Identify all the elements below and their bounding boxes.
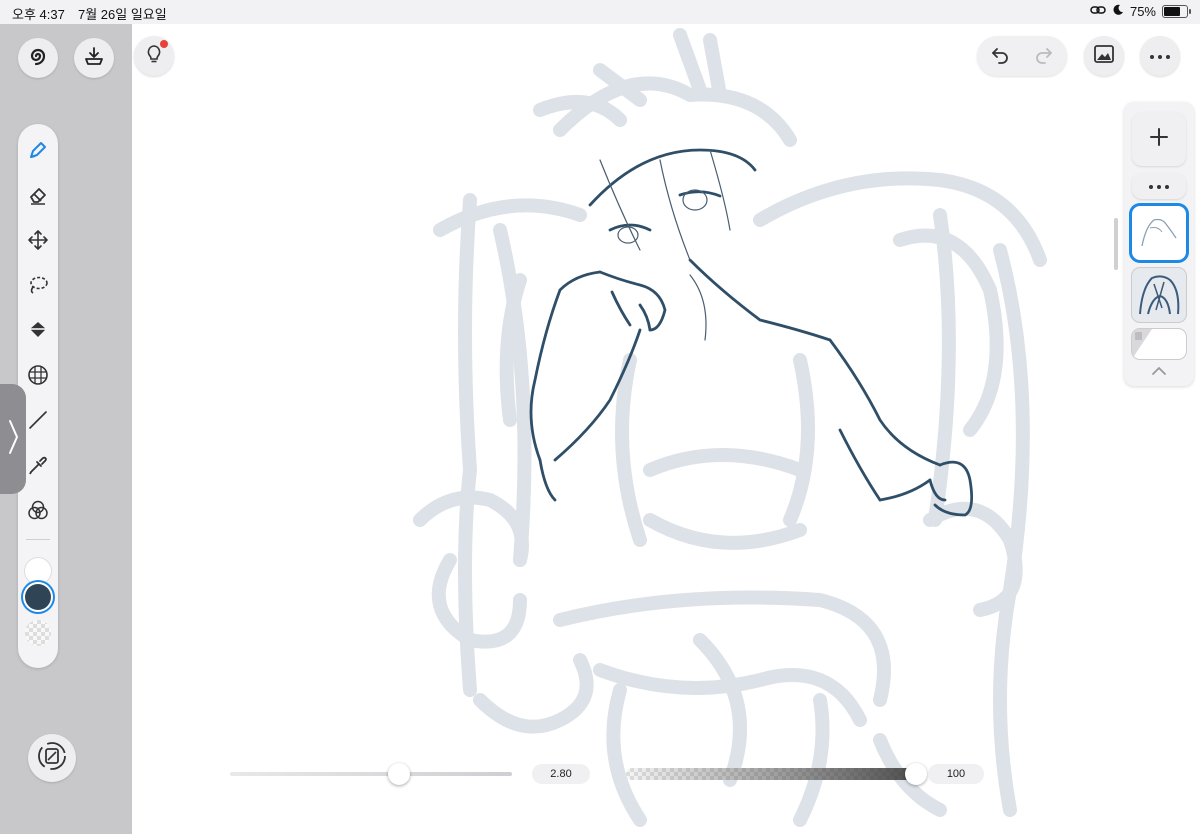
notification-badge (160, 40, 168, 48)
move-arrows-icon (27, 229, 49, 256)
opacity-track[interactable] (626, 768, 916, 780)
status-time: 오후 4:37 (12, 7, 65, 22)
tool-divider (26, 539, 50, 540)
add-layer-button[interactable] (1132, 112, 1186, 166)
import-button[interactable] (74, 38, 114, 78)
layer-thumb-sketch[interactable] (1132, 268, 1186, 322)
gallery-button[interactable] (1084, 36, 1124, 76)
rotate-canvas-button[interactable] (28, 734, 76, 782)
color-circles-icon (27, 499, 49, 526)
color-mix-tool[interactable] (24, 498, 52, 526)
brush-size-track[interactable] (230, 772, 512, 776)
eraser-tool[interactable] (24, 183, 52, 211)
layers-scroll-handle[interactable] (1114, 218, 1118, 270)
ellipsis-icon (1148, 177, 1170, 195)
battery-fill (1164, 7, 1180, 16)
layers-panel (1124, 102, 1194, 386)
ellipsis-icon (1149, 47, 1171, 65)
primary-color-swatch[interactable] (25, 558, 51, 584)
status-date: 7월 26일 일요일 (78, 7, 167, 22)
opacity-knob[interactable] (905, 763, 927, 785)
perspective-grid-icon (27, 364, 49, 391)
eraser-icon (27, 184, 49, 211)
rotate-canvas-icon (36, 740, 68, 777)
chevron-up-icon (1150, 364, 1168, 381)
battery-percent: 75% (1129, 4, 1156, 19)
line-tool[interactable] (24, 408, 52, 436)
layer-options-button[interactable] (1132, 173, 1186, 199)
plus-icon (1148, 126, 1170, 153)
undo-button[interactable] (989, 43, 1011, 70)
paint-bucket-icon (27, 319, 49, 346)
collapse-layers-button[interactable] (1150, 364, 1168, 382)
link-icon (1090, 4, 1106, 19)
tray-download-icon (83, 45, 105, 72)
status-bar: 오후 4:37 7월 26일 일요일 75% (0, 0, 1200, 24)
undo-arrow-icon (989, 47, 1011, 69)
chevron-right-icon (7, 417, 19, 462)
more-options-button[interactable] (1140, 36, 1180, 76)
pen-icon (27, 139, 49, 166)
drawing-canvas[interactable]: 2.80 100 (132, 24, 1200, 834)
sidebar-toggle-tab[interactable] (0, 384, 26, 494)
transparent-color-swatch[interactable] (25, 620, 51, 646)
app-logo-button[interactable] (18, 38, 58, 78)
opacity-value[interactable]: 100 (928, 764, 984, 784)
tips-button[interactable] (134, 36, 174, 76)
undo-redo-group (977, 36, 1067, 76)
layer-thumb-line[interactable] (1132, 206, 1186, 260)
redo-arrow-icon (1033, 47, 1055, 69)
opacity-gradient (626, 768, 916, 780)
artwork (413, 28, 1047, 827)
spiral-logo-icon (27, 45, 49, 72)
status-right: 75% (1090, 4, 1191, 19)
left-sidebar (0, 24, 132, 834)
moon-icon (1112, 4, 1124, 19)
brush-size-value[interactable]: 2.80 (532, 764, 590, 784)
secondary-color-swatch[interactable] (25, 584, 51, 610)
image-gallery-icon (1093, 43, 1115, 70)
layer-thumb-background[interactable] (1132, 329, 1186, 359)
move-tool[interactable] (24, 228, 52, 256)
lasso-icon (27, 274, 49, 301)
lasso-tool[interactable] (24, 273, 52, 301)
grid-tool[interactable] (24, 363, 52, 391)
pen-tool[interactable] (24, 138, 52, 166)
eyedropper-tool[interactable] (24, 453, 52, 481)
fill-tool[interactable] (24, 318, 52, 346)
line-icon (27, 409, 49, 436)
redo-button[interactable] (1033, 43, 1055, 70)
battery-icon (1162, 5, 1191, 18)
eyedropper-icon (27, 454, 49, 481)
